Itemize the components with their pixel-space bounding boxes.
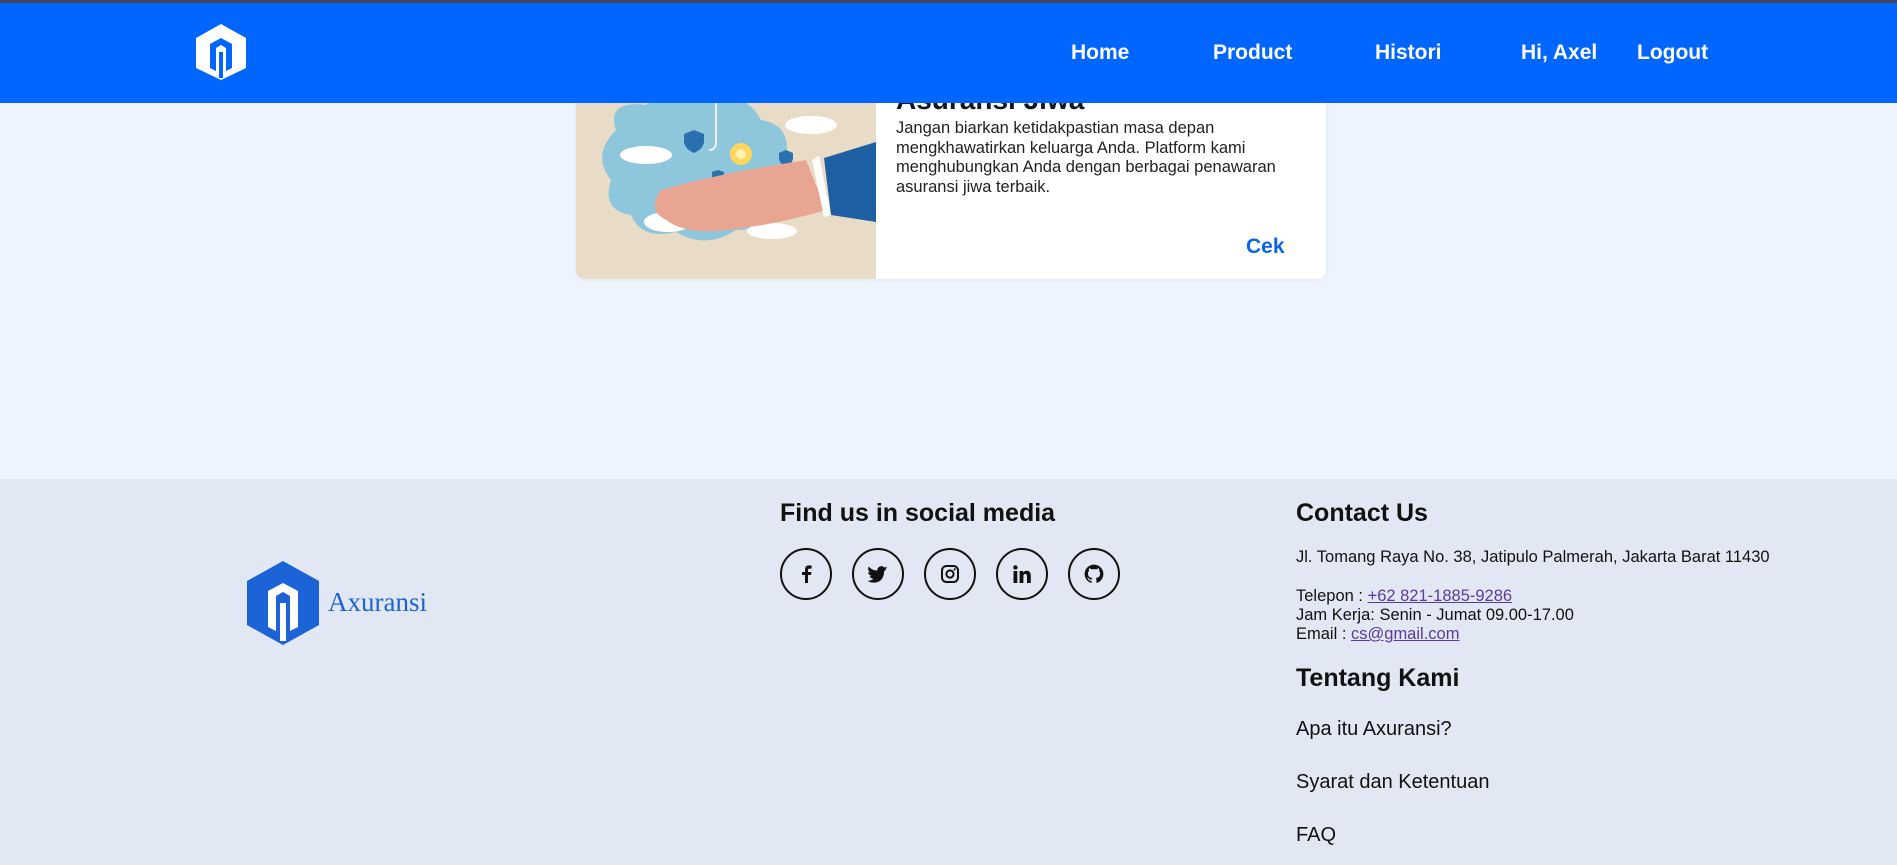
phone-label: Telepon : bbox=[1296, 587, 1368, 605]
nav-user-greeting[interactable]: Hi, Axel bbox=[1521, 41, 1597, 65]
phone-link[interactable]: +62 821-1885-9286 bbox=[1368, 587, 1513, 605]
linkedin-icon[interactable] bbox=[996, 548, 1048, 600]
about-heading: Tentang Kami bbox=[1296, 664, 1460, 692]
contact-heading: Contact Us bbox=[1296, 499, 1428, 527]
nav-logout[interactable]: Logout bbox=[1637, 41, 1708, 65]
contact-phone: Telepon : +62 821-1885-9286 bbox=[1296, 587, 1512, 606]
top-navbar: Home Product Histori Hi, Axel Logout bbox=[0, 0, 1897, 103]
email-label: Email : bbox=[1296, 625, 1352, 643]
nav-histori[interactable]: Histori bbox=[1375, 41, 1442, 65]
social-heading: Find us in social media bbox=[780, 499, 1056, 527]
email-link[interactable]: cs@gmail.com bbox=[1351, 625, 1459, 643]
footer-brand-name: Axuransi bbox=[328, 587, 427, 617]
about-link-terms[interactable]: Syarat dan Ketentuan bbox=[1296, 771, 1489, 794]
site-footer: Axuransi Find us in social media Contact… bbox=[0, 479, 1897, 865]
contact-email: Email : cs@gmail.com bbox=[1296, 625, 1459, 644]
twitter-icon[interactable] bbox=[852, 548, 904, 600]
cek-button[interactable]: Cek bbox=[1246, 235, 1285, 259]
card-description: Jangan biarkan ketidakpastian masa depan… bbox=[896, 119, 1276, 196]
about-link-faq[interactable]: FAQ bbox=[1296, 824, 1336, 847]
window-top-border bbox=[0, 0, 1897, 3]
nav-product[interactable]: Product bbox=[1213, 41, 1292, 65]
footer-logo-icon bbox=[247, 561, 319, 645]
nav-home[interactable]: Home bbox=[1071, 41, 1129, 65]
facebook-icon[interactable] bbox=[780, 548, 832, 600]
brand-logo-icon[interactable] bbox=[193, 22, 249, 82]
github-icon[interactable] bbox=[1068, 548, 1120, 600]
contact-address: Jl. Tomang Raya No. 38, Jatipulo Palmera… bbox=[1296, 548, 1770, 566]
instagram-icon[interactable] bbox=[924, 548, 976, 600]
about-link-what-is[interactable]: Apa itu Axuransi? bbox=[1296, 718, 1452, 741]
contact-hours: Jam Kerja: Senin - Jumat 09.00-17.00 bbox=[1296, 606, 1574, 624]
